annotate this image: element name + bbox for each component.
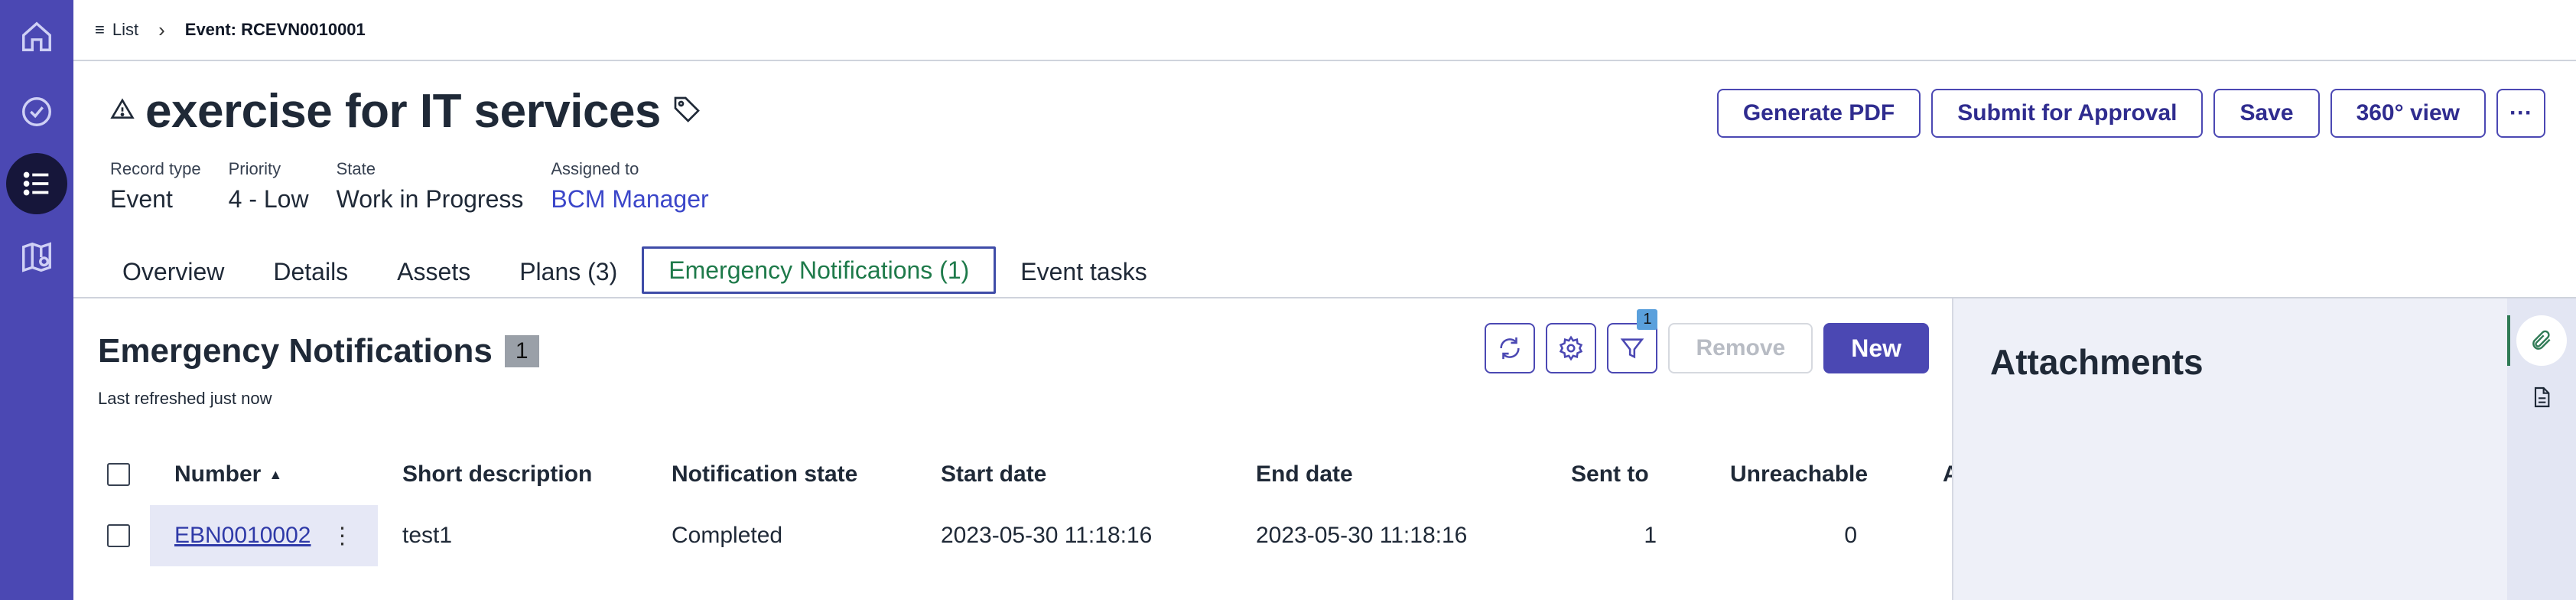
field-value: Event [110,185,173,213]
column-header-unreachable[interactable]: Unreachable [1730,444,1868,505]
remove-button[interactable]: Remove [1668,323,1813,373]
field-state: State Work in Progress [337,159,524,214]
refresh-icon [1500,337,1521,360]
header-actions: Generate PDF Submit for Approval Save 36… [1716,89,2545,138]
field-label: State [336,159,376,178]
short-description-cell: test1 [402,523,453,548]
breadcrumb: ≡ List › Event: RCEVN0010001 [73,0,2576,61]
end-date-cell: 2023-05-30 11:18:16 [1256,523,1468,548]
column-header-number-label: Number [174,461,262,487]
paperclip-icon[interactable] [2516,315,2567,366]
gear-icon [1560,335,1583,361]
record-fields: Record type Event Priority 4 - Low State… [110,159,709,214]
table-row: EBN0010002 ⋮ test1 Completed 2023-05-30 … [98,505,1952,566]
related-list: Emergency Notifications 1 Last refreshed… [73,298,1960,600]
list-title-text: Emergency Notifications [98,332,493,370]
tab-overview[interactable]: Overview [98,246,249,297]
active-indicator [2507,315,2510,366]
list-toolbar: 1 Remove New [1485,309,1929,373]
tab-plans[interactable]: Plans (3) [495,246,642,297]
field-label: Assigned to [551,159,639,178]
field-value: Work in Progress [336,185,524,213]
tab-details[interactable]: Details [249,246,372,297]
360-view-button[interactable]: 360° view [2330,89,2486,138]
sort-ascending-icon: ▲ [268,466,283,482]
filter-button[interactable]: 1 [1607,309,1658,373]
notification-state-cell: Completed [672,523,783,548]
left-nav-rail [0,0,73,600]
home-icon[interactable] [6,6,67,67]
table-header-row: Number ▲ Short description Notification … [98,444,1960,505]
field-value: 4 - Low [228,185,309,213]
settings-button[interactable] [1546,323,1597,373]
breadcrumb-list-link[interactable]: ≡ List [95,20,138,40]
column-header-number[interactable]: Number ▲ [174,444,282,505]
warning-icon [110,97,135,126]
field-label: Record type [110,159,201,178]
list-title: Emergency Notifications 1 [98,332,539,370]
map-icon[interactable] [6,227,67,288]
attachments-panel: Attachments [1952,298,2507,600]
list-menu-icon: ≡ [95,20,105,39]
field-priority: Priority 4 - Low [229,159,309,214]
refresh-button[interactable] [1485,323,1536,373]
filter-icon [1621,338,1644,359]
generate-pdf-button[interactable]: Generate PDF [1716,89,1921,138]
more-actions-button[interactable]: ··· [2496,89,2545,138]
record-tabs: Overview Details Assets Plans (3) Emerge… [98,246,1172,297]
document-icon[interactable] [2516,372,2567,422]
field-record-type: Record type Event [110,159,201,214]
record-header: exercise for IT services Record type Eve… [73,61,2576,298]
new-button[interactable]: New [1823,323,1929,373]
tag-icon[interactable] [672,94,702,129]
field-label: Priority [228,159,281,178]
column-header-notification-state[interactable]: Notification state [672,444,857,505]
submit-for-approval-button[interactable]: Submit for Approval [1931,89,2204,138]
approvals-check-icon[interactable] [6,81,67,142]
column-header-end-date[interactable]: End date [1256,444,1353,505]
breadcrumb-current: Event: RCEVN0010001 [184,20,366,39]
row-checkbox[interactable] [107,524,130,547]
column-header-sent-to[interactable]: Sent to [1571,444,1649,505]
record-number-link[interactable]: EBN0010002 [174,523,311,549]
start-date-cell: 2023-05-30 11:18:16 [941,523,1153,548]
row-actions-icon[interactable]: ⋮ [330,523,353,549]
row-select-cell [107,505,130,566]
tab-emergency-notifications[interactable]: Emergency Notifications (1) [642,246,997,294]
side-panel-rail [2507,298,2576,600]
count-badge: 1 [504,335,539,367]
chevron-right-icon: › [158,18,165,41]
filter-count-badge: 1 [1637,309,1658,330]
field-assigned-to: Assigned to BCM Manager [551,159,708,214]
number-cell: EBN0010002 ⋮ [150,505,378,566]
sent-to-cell: 1 [1644,523,1657,548]
select-all-cell [107,444,130,505]
assigned-to-link[interactable]: BCM Manager [551,185,708,214]
attachments-title: Attachments [1990,342,2204,382]
column-header-short-description[interactable]: Short description [402,444,592,505]
tab-event-tasks[interactable]: Event tasks [996,246,1171,297]
select-all-checkbox[interactable] [107,463,130,486]
notifications-table: Number ▲ Short description Notification … [98,444,1960,566]
tab-assets[interactable]: Assets [372,246,495,297]
page-title: exercise for IT services [145,85,661,138]
breadcrumb-list-label: List [112,20,139,39]
unreachable-cell: 0 [1844,523,1857,548]
list-icon[interactable] [6,153,67,214]
save-button[interactable]: Save [2213,89,2320,138]
column-header-start-date[interactable]: Start date [941,444,1046,505]
last-refreshed-text: Last refreshed just now [98,389,272,408]
